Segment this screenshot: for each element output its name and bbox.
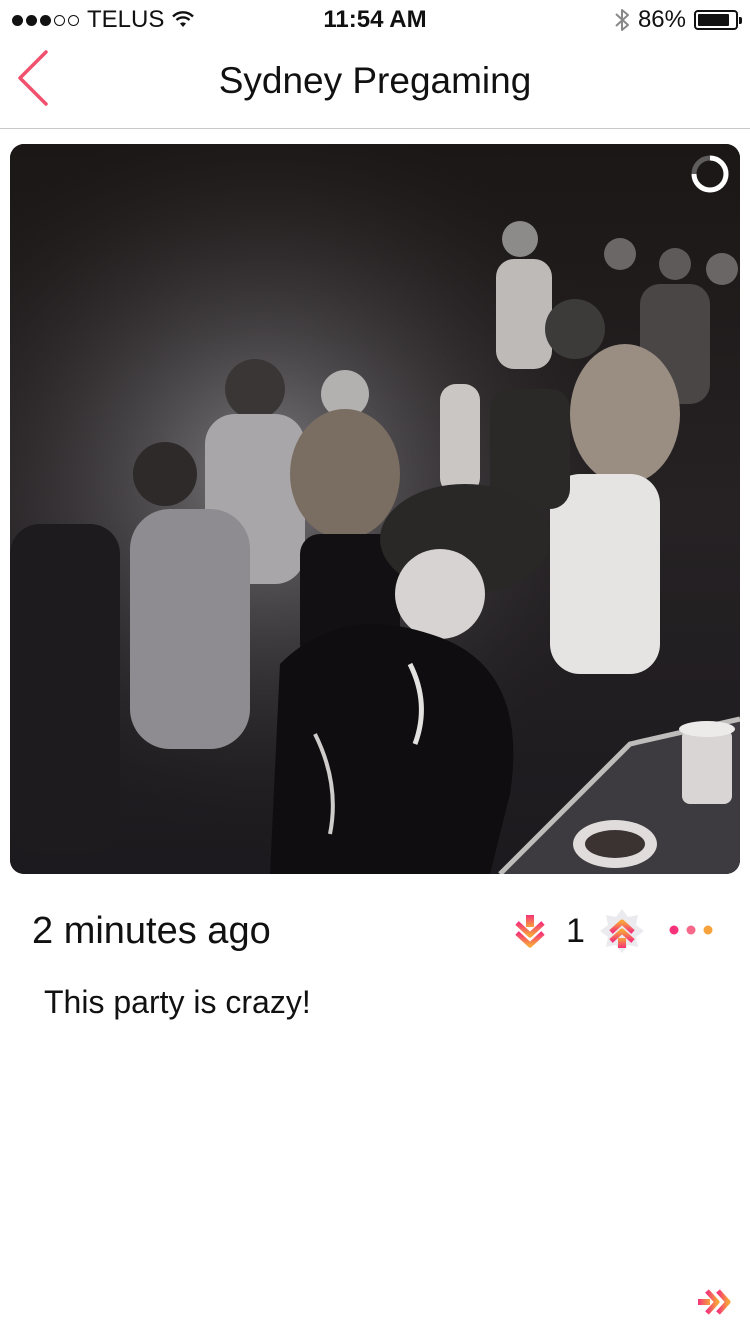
party-photo	[10, 144, 740, 874]
status-bar: TELUS 11:54 AM 86%	[0, 0, 750, 40]
page-title: Sydney Pregaming	[218, 60, 532, 101]
status-right: 86%	[614, 6, 742, 34]
upvote-icon[interactable]	[599, 908, 645, 954]
bluetooth-icon	[615, 9, 629, 31]
more-icon[interactable]	[668, 920, 716, 940]
vote-controls: 1	[510, 906, 645, 956]
loading-ring-icon	[691, 155, 729, 193]
post-photo[interactable]	[10, 144, 740, 874]
battery-fill	[698, 14, 729, 26]
forward-icon[interactable]	[698, 1288, 732, 1316]
post-caption: This party is crazy!	[44, 984, 311, 1020]
navigation-bar: Sydney Pregaming	[0, 40, 750, 129]
downvote-icon[interactable]	[510, 911, 550, 951]
post-timestamp: 2 minutes ago	[32, 910, 271, 952]
battery-percent: 86%	[637, 6, 686, 33]
vote-count: 1	[566, 911, 585, 950]
battery-icon	[694, 10, 742, 30]
